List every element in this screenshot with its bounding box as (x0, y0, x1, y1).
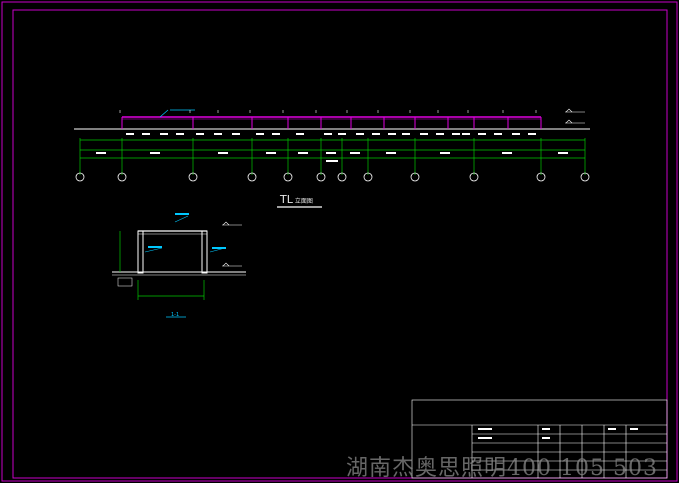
elevation-view (74, 108, 590, 208)
section-view (112, 213, 246, 318)
section-label: 1-1 (171, 312, 180, 318)
elevation-title: TL 立面图 (280, 193, 313, 206)
watermark-text: 湖南杰奥思照明400 105 503 (346, 456, 658, 480)
outer-frame (1, 1, 678, 482)
inner-frame (12, 9, 668, 479)
elevation-title-sub: 立面图 (294, 198, 313, 205)
elevation-title-main: TL (280, 193, 293, 206)
cad-drawing-canvas[interactable] (0, 0, 679, 483)
